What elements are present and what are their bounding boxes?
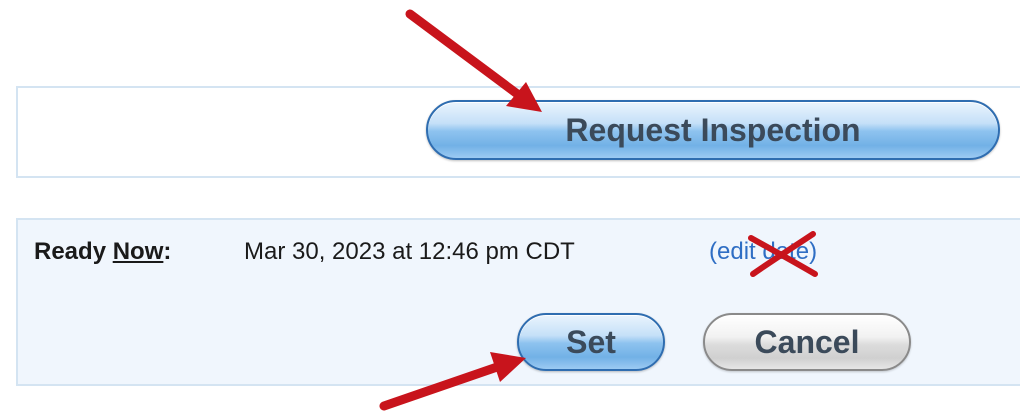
ready-label-prefix: Ready xyxy=(34,238,113,265)
ready-date-value: Mar 30, 2023 at 12:46 pm CDT xyxy=(244,238,575,265)
edit-date-link[interactable]: (edit date) xyxy=(709,238,817,266)
cancel-button[interactable]: Cancel xyxy=(703,313,911,371)
ready-label-suffix: : xyxy=(163,238,172,265)
set-button[interactable]: Set xyxy=(517,313,665,371)
request-inspection-button[interactable]: Request Inspection xyxy=(426,100,1000,160)
ready-now-label: Ready Now: xyxy=(34,238,171,266)
ready-label-now: Now xyxy=(112,238,164,265)
